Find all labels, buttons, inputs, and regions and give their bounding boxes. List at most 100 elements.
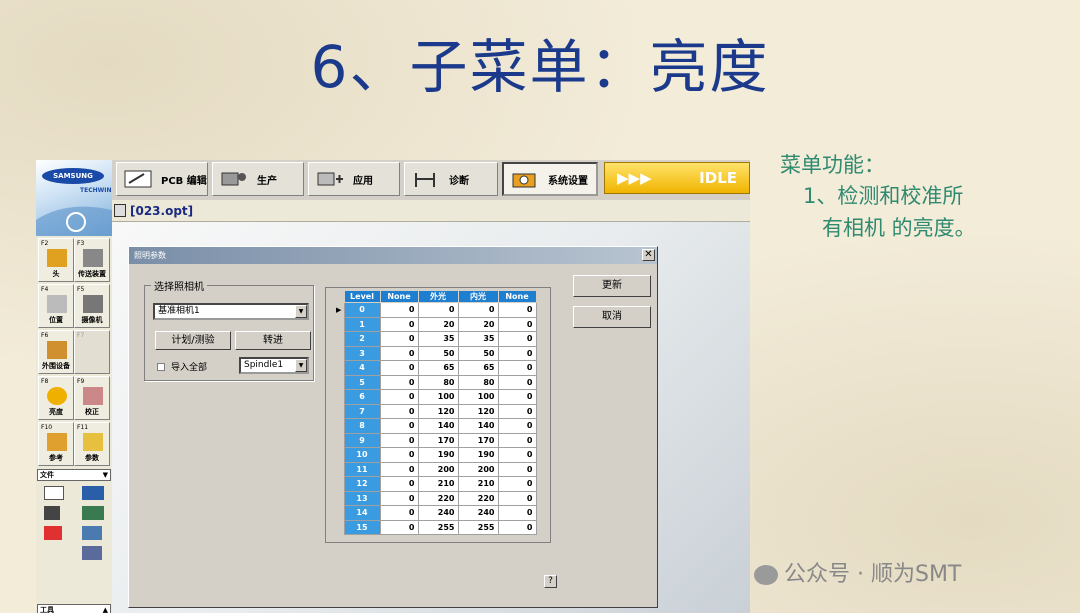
fkey-f6[interactable]: F6 外围设备 <box>38 330 74 374</box>
value-cell[interactable]: 0 <box>497 302 537 318</box>
value-cell[interactable]: 0 <box>497 461 537 477</box>
value-cell[interactable]: 255 <box>417 519 459 535</box>
value-cell[interactable]: 240 <box>417 505 459 521</box>
table-row[interactable]: 10 0 190 190 0 <box>334 447 537 463</box>
table-row[interactable]: 1 0 20 20 0 <box>334 316 537 332</box>
toolbar-pcb-edit[interactable]: PCB 编辑 <box>116 162 208 196</box>
value-cell[interactable]: 65 <box>417 360 459 376</box>
value-cell[interactable]: 0 <box>379 316 419 332</box>
fkey-f9[interactable]: F9 校正 <box>74 376 110 420</box>
import-all-checkbox[interactable] <box>157 363 165 371</box>
value-cell[interactable]: 220 <box>417 490 459 506</box>
value-cell[interactable]: 0 <box>379 302 419 318</box>
value-cell[interactable]: 0 <box>379 519 419 535</box>
value-cell[interactable]: 0 <box>379 490 419 506</box>
update-button[interactable]: 更新 <box>573 275 651 297</box>
close-icon[interactable]: ✕ <box>642 249 655 261</box>
value-cell[interactable]: 50 <box>417 345 459 361</box>
value-cell[interactable]: 0 <box>497 505 537 521</box>
toolbar-system-settings[interactable]: 系统设置 <box>502 162 598 196</box>
file-section-header[interactable]: 文件 ▼ <box>37 469 111 481</box>
value-cell[interactable]: 80 <box>457 374 499 390</box>
table-row[interactable]: 12 0 210 210 0 <box>334 476 537 492</box>
table-row[interactable]: 5 0 80 80 0 <box>334 374 537 390</box>
toolbar-apply[interactable]: 应用 <box>308 162 400 196</box>
document-icon[interactable] <box>44 486 64 500</box>
fkey-f8[interactable]: F8 亮度 <box>38 376 74 420</box>
value-cell[interactable]: 0 <box>497 418 537 434</box>
value-cell[interactable]: 0 <box>497 389 537 405</box>
value-cell[interactable]: 210 <box>417 476 459 492</box>
table-row[interactable]: 9 0 170 170 0 <box>334 432 537 448</box>
edit-document-icon[interactable] <box>82 526 102 540</box>
value-cell[interactable]: 140 <box>457 418 499 434</box>
fkey-f2[interactable]: F2 头 <box>38 238 74 282</box>
value-cell[interactable]: 255 <box>457 519 499 535</box>
value-cell[interactable]: 0 <box>379 505 419 521</box>
value-cell[interactable]: 0 <box>457 302 499 318</box>
value-cell[interactable]: 0 <box>497 331 537 347</box>
value-cell[interactable]: 100 <box>417 389 459 405</box>
value-cell[interactable]: 35 <box>417 331 459 347</box>
value-cell[interactable]: 0 <box>497 403 537 419</box>
open-folder-icon[interactable] <box>82 486 104 500</box>
value-cell[interactable]: 0 <box>379 345 419 361</box>
value-cell[interactable]: 240 <box>457 505 499 521</box>
value-cell[interactable]: 220 <box>457 490 499 506</box>
plan-test-button[interactable]: 计划/测验 <box>155 331 231 350</box>
value-cell[interactable]: 0 <box>379 331 419 347</box>
transfer-icon[interactable] <box>82 506 104 520</box>
value-cell[interactable]: 0 <box>497 476 537 492</box>
camera-select[interactable]: 基准相机1 ▼ <box>153 303 309 320</box>
value-cell[interactable]: 35 <box>457 331 499 347</box>
value-cell[interactable]: 140 <box>417 418 459 434</box>
value-cell[interactable]: 20 <box>417 316 459 332</box>
value-cell[interactable]: 0 <box>379 432 419 448</box>
table-row[interactable]: 2 0 35 35 0 <box>334 331 537 347</box>
save-icon[interactable] <box>44 506 60 520</box>
value-cell[interactable]: 0 <box>497 432 537 448</box>
value-cell[interactable]: 190 <box>417 447 459 463</box>
network-icon[interactable] <box>82 546 102 560</box>
value-cell[interactable]: 0 <box>497 345 537 361</box>
table-row[interactable]: 14 0 240 240 0 <box>334 505 537 521</box>
value-cell[interactable]: 170 <box>417 432 459 448</box>
table-row[interactable]: 15 0 255 255 0 <box>334 519 537 535</box>
value-cell[interactable]: 200 <box>457 461 499 477</box>
transfer-button[interactable]: 转进 <box>235 331 311 350</box>
table-row[interactable]: 11 0 200 200 0 <box>334 461 537 477</box>
table-row[interactable]: 4 0 65 65 0 <box>334 360 537 376</box>
value-cell[interactable]: 0 <box>379 476 419 492</box>
value-cell[interactable]: 80 <box>417 374 459 390</box>
cancel-button[interactable]: 取消 <box>573 306 651 328</box>
value-cell[interactable]: 200 <box>417 461 459 477</box>
value-cell[interactable]: 0 <box>379 447 419 463</box>
table-row[interactable]: 3 0 50 50 0 <box>334 345 537 361</box>
value-cell[interactable]: 0 <box>379 389 419 405</box>
value-cell[interactable]: 0 <box>379 403 419 419</box>
fkey-f4[interactable]: F4 位置 <box>38 284 74 328</box>
value-cell[interactable]: 0 <box>497 374 537 390</box>
spindle-select[interactable]: Spindle1 ▼ <box>239 357 309 374</box>
value-cell[interactable]: 0 <box>497 316 537 332</box>
fkey-f11[interactable]: F11 参数 <box>74 422 110 466</box>
value-cell[interactable]: 170 <box>457 432 499 448</box>
value-cell[interactable]: 0 <box>497 519 537 535</box>
toolbar-diagnose[interactable]: 诊断 <box>404 162 498 196</box>
value-cell[interactable]: 20 <box>457 316 499 332</box>
fkey-f10[interactable]: F10 参考 <box>38 422 74 466</box>
table-row[interactable]: 8 0 140 140 0 <box>334 418 537 434</box>
value-cell[interactable]: 120 <box>457 403 499 419</box>
fkey-f5[interactable]: F5 摄像机 <box>74 284 110 328</box>
toolbar-production[interactable]: 生产 <box>212 162 304 196</box>
table-row[interactable]: 6 0 100 100 0 <box>334 389 537 405</box>
tool-section-header[interactable]: 工具 ▲ <box>37 604 111 613</box>
value-cell[interactable]: 0 <box>379 374 419 390</box>
fkey-f3[interactable]: F3 传送装置 <box>74 238 110 282</box>
value-cell[interactable]: 0 <box>497 447 537 463</box>
value-cell[interactable]: 0 <box>497 360 537 376</box>
power-icon[interactable] <box>44 526 62 540</box>
table-row[interactable]: 7 0 120 120 0 <box>334 403 537 419</box>
value-cell[interactable]: 190 <box>457 447 499 463</box>
value-cell[interactable]: 0 <box>379 360 419 376</box>
